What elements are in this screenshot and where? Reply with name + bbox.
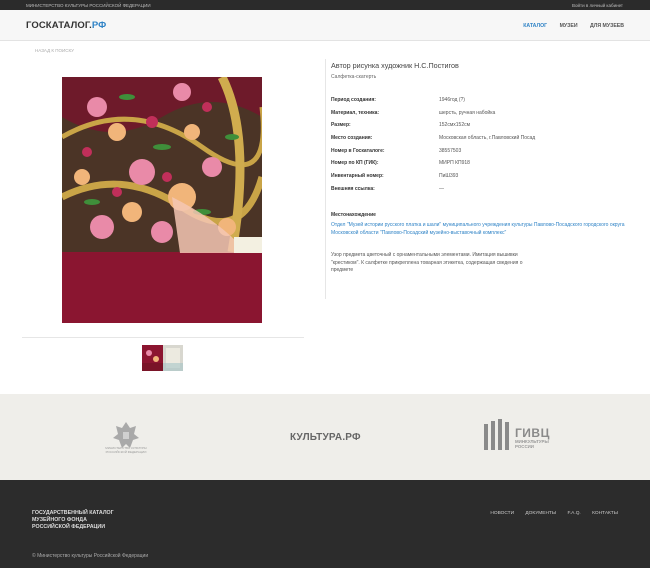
partners-band: МИНИСТЕРСТВО КУЛЬТУРЫ РОССИЙСКОЙ ФЕДЕРАЦ… [0, 394, 650, 480]
item-description: Узор предмета цветочный с орнаментальным… [331, 252, 523, 273]
location-link[interactable]: Отдел "Музей истории русского платка и ш… [331, 222, 641, 237]
image-divider [22, 337, 304, 338]
thumbnail-2[interactable] [163, 345, 183, 371]
property-row: Материал, техника: шерсть, ручная набойка [331, 110, 631, 123]
property-label: Номер в Госкаталоге: [331, 147, 385, 154]
back-to-search-link[interactable]: НАЗАД К ПОИСКУ [35, 48, 74, 53]
item-title: Автор рисунка художник Н.С.Постигов [331, 61, 459, 70]
ministry-logo-text: МИНИСТЕРСТВО КУЛЬТУРЫ РОССИЙСКОЙ ФЕДЕРАЦ… [105, 446, 147, 454]
property-row: Место создания: Московская область, г.Пав… [331, 135, 631, 148]
property-label: Номер по КП (ГИК): [331, 160, 379, 167]
thumbnail-1[interactable] [142, 345, 163, 371]
givc-logo-subtitle: МИНКУЛЬТУРЫ РОССИИ [515, 439, 549, 449]
givc-sub-line: РОССИИ [515, 444, 534, 449]
location-heading: Местонахождение [331, 212, 376, 218]
main-nav: КАТАЛОГ МУЗЕИ ДЛЯ МУЗЕЕВ [512, 23, 624, 29]
item-properties: Период создания: 1946год (?) Материал, те… [331, 97, 631, 199]
property-value: 152смх152см [439, 122, 471, 129]
footer-title-line: МУЗЕЙНОГО ФОНДА [32, 517, 87, 523]
property-label: Материал, техника: [331, 109, 380, 116]
property-value: — [439, 185, 444, 192]
property-row: Размер: 152смх152см [331, 122, 631, 135]
property-value: МИРП КП918 [439, 160, 470, 167]
property-row: Номер по КП (ГИК): МИРП КП918 [331, 160, 631, 173]
footer-nav-news[interactable]: НОВОСТИ [490, 511, 514, 516]
column-divider [325, 59, 326, 299]
property-label: Период создания: [331, 97, 376, 103]
footer-nav-faq[interactable]: F.A.Q. [567, 511, 580, 516]
footer-nav-contacts[interactable]: КОНТАКТЫ [592, 511, 618, 516]
footer-nav-documents[interactable]: ДОКУМЕНТЫ [525, 511, 556, 516]
nav-for-museums[interactable]: ДЛЯ МУЗЕЕВ [590, 23, 624, 29]
property-value: ПиШ393 [439, 173, 459, 180]
logo-suffix: РФ [91, 20, 107, 31]
property-label: Инвентарный номер: [331, 173, 384, 180]
footer-nav: НОВОСТИ ДОКУМЕНТЫ F.A.Q. КОНТАКТЫ [480, 511, 618, 516]
property-row: Период создания: 1946год (?) [331, 97, 631, 110]
ministry-label: МИНИСТЕРСТВО КУЛЬТУРЫ РОССИЙСКОЙ ФЕДЕРАЦ… [26, 2, 151, 8]
property-row: Номер в Госкаталоге: 38557503 [331, 148, 631, 161]
nav-museums[interactable]: МУЗЕИ [560, 23, 578, 29]
givc-logo-title: ГИВЦ [515, 426, 550, 440]
footer-title: ГОСУДАРСТВЕННЫЙ КАТАЛОГ МУЗЕЙНОГО ФОНДА … [32, 510, 114, 531]
footer-title-line: РОССИЙСКОЙ ФЕДЕРАЦИИ [32, 524, 106, 530]
kultura-rf-logo[interactable]: КУЛЬТУРА.РФ [290, 432, 361, 443]
property-row: Инвентарный номер: ПиШ393 [331, 173, 631, 186]
footer-copyright: © Министерство культуры Российской Федер… [32, 553, 149, 559]
login-link[interactable]: Войти в личный кабинет [572, 3, 623, 8]
property-value: 38557503 [439, 147, 462, 154]
item-main-image[interactable] [62, 77, 262, 323]
property-value: 1946год (?) [439, 97, 465, 103]
footer-title-line: ГОСУДАРСТВЕННЫЙ КАТАЛОГ [32, 510, 114, 516]
property-value: шерсть, ручная набойка [439, 109, 496, 116]
property-label: Размер: [331, 122, 351, 129]
nav-catalog[interactable]: КАТАЛОГ [523, 23, 547, 29]
property-row: Внешняя ссылка: — [331, 186, 631, 199]
property-value: Московская область, г.Павловский Посад [439, 135, 536, 142]
property-label: Место создания: [331, 135, 373, 142]
logo-main: ГОСКАТАЛОГ. [26, 20, 92, 31]
site-logo[interactable]: ГОСКАТАЛОГ.РФ [26, 20, 106, 31]
site-footer: ГОСУДАРСТВЕННЫЙ КАТАЛОГ МУЗЕЙНОГО ФОНДА … [0, 480, 650, 568]
top-bar: МИНИСТЕРСТВО КУЛЬТУРЫ РОССИЙСКОЙ ФЕДЕРАЦ… [0, 0, 650, 10]
item-subtitle: Салфетка-скатерть [331, 74, 377, 80]
site-header: ГОСКАТАЛОГ.РФ КАТАЛОГ МУЗЕИ ДЛЯ МУЗЕЕВ [0, 10, 650, 41]
givc-columns-icon[interactable] [483, 419, 511, 451]
property-label: Внешняя ссылка: [331, 185, 375, 192]
